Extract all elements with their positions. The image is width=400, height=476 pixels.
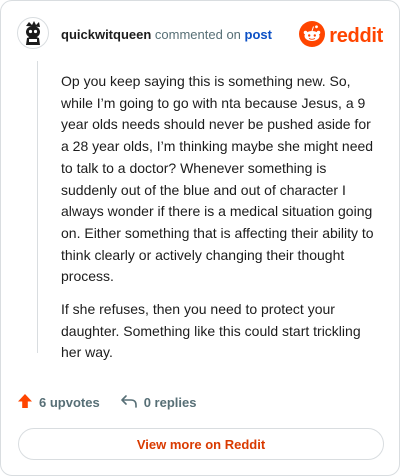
comment-paragraph: Op you keep saying this is something new…: [61, 73, 374, 285]
comment-body: Op you keep saying this is something new…: [61, 71, 381, 375]
reply-button[interactable]: 0 replies: [120, 393, 197, 412]
comment-embed-card: quickwitqueen commented on post reddit O…: [0, 0, 400, 476]
upvote-count: 6 upvotes: [39, 395, 100, 410]
user-avatar-icon[interactable]: [17, 17, 49, 49]
post-link[interactable]: post: [245, 27, 272, 42]
comment-actions: 6 upvotes 0 replies: [17, 393, 216, 412]
reddit-brand-link[interactable]: reddit: [299, 21, 383, 52]
thread-line: [37, 61, 38, 353]
comment-header: quickwitqueen commented on post: [61, 27, 272, 43]
reply-count: 0 replies: [143, 395, 197, 410]
comment-action-text: commented on: [154, 27, 241, 42]
comment-paragraph: If she refuses, then you need to protect…: [61, 301, 361, 361]
upvote-arrow-icon: [17, 393, 33, 412]
upvote-button[interactable]: 6 upvotes: [17, 393, 100, 412]
username-link[interactable]: quickwitqueen: [61, 27, 151, 42]
view-more-button[interactable]: View more on Reddit: [18, 428, 384, 460]
reddit-wordmark: reddit: [329, 25, 383, 47]
reddit-logo-icon: [299, 21, 326, 52]
reply-arrow-icon: [120, 393, 138, 412]
